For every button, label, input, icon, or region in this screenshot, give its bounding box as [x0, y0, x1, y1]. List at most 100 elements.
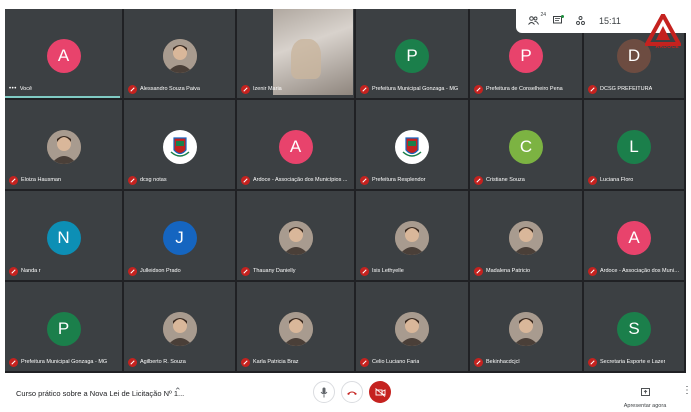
participant-tile[interactable]: A Ardoce - Associação dos Municípios ... [237, 100, 354, 189]
clock: 15:11 [599, 16, 621, 26]
mic-off-icon [360, 175, 369, 185]
avatar-photo [509, 221, 543, 255]
participant-tile[interactable]: P Prefeitura Municipal Gonzaga - MG [5, 282, 122, 371]
participant-tile[interactable]: Izenir Maria [237, 9, 354, 98]
avatar: A [617, 221, 651, 255]
mic-off-icon [474, 175, 483, 185]
mic-off-icon [474, 84, 483, 94]
mic-off-icon [360, 266, 369, 276]
participant-name-row: Prefeitura Resplendor [360, 175, 464, 185]
participant-name-row: Ardoce - Associação dos Municípios ... [241, 175, 350, 185]
end-call-button[interactable] [341, 381, 363, 403]
participant-name-row: Izenir Maria [241, 84, 350, 94]
participant-name-row: Eloiza Hausman [9, 175, 118, 185]
camera-off-icon [374, 387, 385, 397]
participant-tile[interactable]: Alessandro Souza Paiva [124, 9, 235, 98]
participant-tile[interactable]: L Luciana Floro [584, 100, 684, 189]
participant-name-row: Prefeitura de Conselheiro Pena [474, 84, 578, 94]
mic-off-icon [241, 266, 250, 276]
participant-name-row: dcsg notas [128, 175, 231, 185]
participant-tile[interactable]: Prefeitura Resplendor [356, 100, 468, 189]
participant-tile[interactable]: J Julleidson Prado [124, 191, 235, 280]
avatar-photo [162, 312, 197, 346]
avatar: P [46, 312, 81, 346]
participant-name-row: Cristiane Souza [474, 175, 578, 185]
mic-off-icon [588, 84, 597, 94]
participant-tile[interactable]: N Nanda r [5, 191, 122, 280]
people-icon[interactable]: 24 [528, 12, 546, 27]
more-options-icon[interactable]: ⋮ [682, 385, 691, 396]
mic-off-icon [588, 266, 597, 276]
participant-tile[interactable]: Madalena Patricio [470, 191, 582, 280]
mic-off-icon [9, 357, 18, 367]
participant-tile[interactable]: S Secretaria Esporte e Lazer [584, 282, 684, 371]
more-dots-icon[interactable]: ••• [9, 86, 17, 92]
participant-tile[interactable]: Karla Patricia Braz [237, 282, 354, 371]
hang-up-icon [347, 391, 357, 395]
coat-of-arms-icon [162, 130, 197, 164]
participant-name-row: Celio Luciano Faria [360, 357, 464, 367]
participant-name: Ardoce - Associação dos Municípios ... [253, 177, 348, 183]
participant-tile[interactable]: Celio Luciano Faria [356, 282, 468, 371]
avatar-photo [278, 221, 313, 255]
mic-off-icon [128, 357, 137, 367]
participant-name: Celio Luciano Faria [372, 359, 420, 365]
mic-off-icon [360, 357, 369, 367]
participant-tile[interactable]: Bekinhacdcjcl [470, 282, 582, 371]
participant-tile[interactable]: Eloiza Hausman [5, 100, 122, 189]
meet-window: A ••• Você Alessandro Souza Paiva Izenir Mar… [0, 0, 691, 412]
participant-tile[interactable]: A Ardoce - Associação dos Municípios ... [584, 191, 684, 280]
participant-name: Luciana Floro [600, 177, 634, 183]
participant-name-row: Thauany Danielly [241, 266, 350, 276]
participant-name: Cristiane Souza [486, 177, 525, 183]
mic-off-icon [588, 175, 597, 185]
present-icon [640, 388, 650, 396]
camera-button[interactable] [369, 381, 391, 403]
participant-name-row: ••• Você [9, 84, 118, 94]
participant-name-row: Julleidson Prado [128, 266, 231, 276]
participant-name-row: Alessandro Souza Paiva [128, 84, 231, 94]
participant-name: Nanda r [21, 268, 41, 274]
mic-off-icon [241, 175, 250, 185]
participant-tile[interactable]: P Prefeitura Municipal Gonzaga - MG [356, 9, 468, 98]
present-now-button[interactable]: Apresentar agora [620, 383, 670, 409]
participant-name: Alessandro Souza Paiva [140, 86, 200, 92]
chevron-up-icon[interactable]: ⌃ [174, 386, 182, 397]
participant-name: Prefeitura Municipal Gonzaga - MG [21, 359, 108, 365]
participant-tile[interactable]: C Cristiane Souza [470, 100, 582, 189]
participant-name: Prefeitura de Conselheiro Pena [486, 86, 563, 92]
meeting-title: Curso prático sobre a Nova Lei de Licita… [16, 389, 185, 398]
participant-name: Prefeitura Municipal Gonzaga - MG [372, 86, 459, 92]
participant-name-row: Agilberto R. Souza [128, 357, 231, 367]
avatar: J [162, 221, 197, 255]
participant-name: Bekinhacdcjcl [486, 359, 520, 365]
mic-off-icon [128, 84, 137, 94]
participant-name-row: Prefeitura Municipal Gonzaga - MG [360, 84, 464, 94]
participant-tile[interactable]: Agilberto R. Souza [124, 282, 235, 371]
avatar: A [278, 130, 313, 164]
participant-tile[interactable]: dcsg notas [124, 100, 235, 189]
participant-name-row: Prefeitura Municipal Gonzaga - MG [9, 357, 118, 367]
mic-off-icon [474, 357, 483, 367]
participant-name: Madalena Patricio [486, 268, 531, 274]
participant-tile[interactable]: Thauany Danielly [237, 191, 354, 280]
avatar-photo [46, 130, 81, 164]
avatar: L [617, 130, 651, 164]
participant-name: Thauany Danielly [253, 268, 296, 274]
activities-icon[interactable] [576, 15, 585, 27]
mic-off-icon [474, 266, 483, 276]
ardoce-logo-icon [645, 14, 681, 46]
present-now-label: Apresentar agora [623, 403, 667, 409]
participant-name-row: Karla Patricia Braz [241, 357, 350, 367]
video-feed [273, 9, 353, 95]
mic-button[interactable] [313, 381, 335, 403]
chat-icon[interactable] [553, 14, 564, 27]
mic-off-icon [9, 175, 18, 185]
participant-tile[interactable]: Isis Lethyelle [356, 191, 468, 280]
participant-grid: A ••• Você Alessandro Souza Paiva Izenir Mar… [5, 9, 686, 373]
speaking-indicator [5, 96, 120, 98]
participant-tile[interactable]: A ••• Você [5, 9, 122, 98]
participant-name: Secretaria Esporte e Lazer [600, 359, 666, 365]
mic-off-icon [128, 266, 137, 276]
participant-name: DCSG PREFEITURA [600, 86, 653, 92]
